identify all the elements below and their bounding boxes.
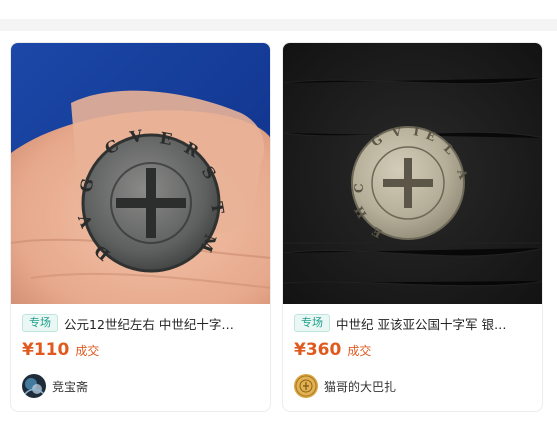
special-tag: 专场 [294,314,330,332]
coin-in-hand-photo[interactable]: C V E R S T M D V G [11,43,270,304]
listing-title[interactable]: 中世纪 亚该亚公国十字军 银… [336,314,506,333]
svg-text:C: C [352,183,366,193]
seller-name[interactable]: 竞宝斋 [52,378,88,395]
top-strip [0,0,557,19]
price-row: ¥110 成交 [22,340,99,362]
special-tag: 专场 [22,314,58,332]
sold-status: 成交 [75,344,100,358]
price: ¥110 [22,340,70,360]
listing-card[interactable]: G V I E L A C H E 专场 中世纪 亚该亚公国十字军 银… ¥36… [282,42,543,412]
price-row: ¥360 成交 [294,340,371,362]
sold-status: 成交 [347,344,372,358]
seller-name[interactable]: 猫哥的大巴扎 [324,378,396,395]
price: ¥360 [294,340,342,360]
seller-row[interactable]: 竞宝斋 [22,373,88,399]
title-row: 专场 公元12世纪左右 中世纪十字… [22,313,262,333]
seller-avatar-dark[interactable] [22,374,46,398]
title-row: 专场 中世纪 亚该亚公国十字军 银… [294,313,534,333]
seller-avatar-gold-coin[interactable] [294,374,318,398]
listing-card[interactable]: C V E R S T M D V G 专场 公元12世纪左右 中世纪十字… ¥… [10,42,271,412]
seller-row[interactable]: 猫哥的大巴扎 [294,373,396,399]
listing-title[interactable]: 公元12世纪左右 中世纪十字… [64,314,234,333]
silver-coin-photo[interactable]: G V I E L A C H E [283,43,542,304]
